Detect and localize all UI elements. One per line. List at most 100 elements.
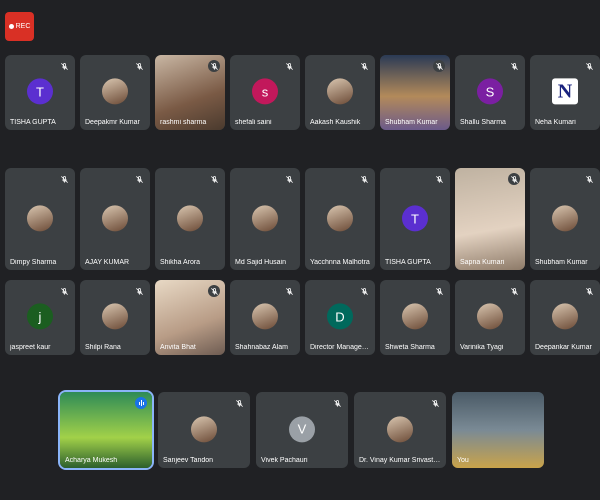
participant-avatar — [327, 205, 353, 232]
participant-tile[interactable]: Shubham Kumar — [530, 168, 600, 270]
speaking-indicator-icon — [135, 397, 147, 409]
participant-name: Shallu Sharma — [460, 119, 506, 126]
participant-tile[interactable]: Deepakmr Kumar — [80, 55, 150, 130]
participant-tile[interactable]: Yacchnna Malhotra — [305, 168, 375, 270]
mic-off-icon — [283, 173, 295, 185]
participant-tile[interactable]: j jaspreet kaur — [5, 280, 75, 355]
participant-name: Director Management... — [310, 344, 371, 351]
participant-tile[interactable]: Md Sajid Husain — [230, 168, 300, 270]
mic-off-icon — [583, 60, 595, 72]
mic-off-icon — [583, 173, 595, 185]
mic-off-icon — [208, 285, 220, 297]
participant-name: Dr. Vinay Kumar Srivastava — [359, 457, 442, 464]
participant-avatar — [102, 205, 128, 232]
participant-tile[interactable]: V Vivek Pachauri — [256, 392, 348, 468]
participant-avatar — [252, 303, 278, 330]
participant-name: TISHA GUPTA — [385, 259, 431, 266]
participant-name: Neha Kumari — [535, 119, 576, 126]
participant-avatar — [552, 205, 578, 232]
participant-avatar — [477, 303, 503, 330]
participant-name: Shubham Kumar — [535, 259, 588, 266]
participant-name: AJAY KUMAR — [85, 259, 130, 266]
participant-tile[interactable]: Deepankar Kumar — [530, 280, 600, 355]
participant-name: Yacchnna Malhotra — [310, 259, 370, 266]
mic-off-icon — [133, 60, 145, 72]
participant-name: You — [457, 457, 469, 464]
participant-tile[interactable]: Varinika Tyagi — [455, 280, 525, 355]
mic-off-icon — [358, 60, 370, 72]
participant-tile[interactable]: Dr. Vinay Kumar Srivastava — [354, 392, 446, 468]
mic-off-icon — [358, 285, 370, 297]
mic-off-icon — [208, 173, 220, 185]
participant-name: Md Sajid Husain — [235, 259, 286, 266]
mic-off-icon — [58, 285, 70, 297]
participant-tile[interactable]: N Neha Kumari — [530, 55, 600, 130]
mic-off-icon — [508, 173, 520, 185]
participant-name: Varinika Tyagi — [460, 344, 504, 351]
mic-off-icon — [283, 60, 295, 72]
mic-off-icon — [58, 60, 70, 72]
participant-avatar — [191, 415, 217, 442]
participant-tile[interactable]: Shilpi Rana — [80, 280, 150, 355]
participant-name: Deepakmr Kumar — [85, 119, 140, 126]
participant-tile[interactable]: Sapna Kumari — [455, 168, 525, 270]
participant-name: shefali saini — [235, 119, 272, 126]
participant-avatar: D — [327, 303, 353, 330]
mic-off-icon — [433, 285, 445, 297]
participant-tile[interactable]: Dimpy Sharma — [5, 168, 75, 270]
participant-name: Shahnabaz Alam — [235, 344, 288, 351]
record-dot-icon — [8, 24, 14, 29]
participant-name: Dimpy Sharma — [10, 259, 57, 266]
participant-name: Shweta Sharma — [385, 344, 435, 351]
mic-off-icon — [583, 285, 595, 297]
participant-tile[interactable]: T TISHA GUPTA — [5, 55, 75, 130]
participant-tile[interactable]: Sanjeev Tandon — [158, 392, 250, 468]
participant-avatar: S — [477, 78, 503, 105]
participant-avatar — [402, 303, 428, 330]
participant-name: Vivek Pachauri — [261, 457, 308, 464]
recording-label: REC — [15, 23, 31, 30]
mic-off-icon — [133, 285, 145, 297]
participant-name: TISHA GUPTA — [10, 119, 56, 126]
participant-name: Anvita Bhat — [160, 344, 196, 351]
participant-avatar: T — [402, 205, 428, 232]
participant-tile[interactable]: Aakash Kaushik — [305, 55, 375, 130]
participant-name: Sanjeev Tandon — [163, 457, 214, 464]
participant-tile[interactable]: AJAY KUMAR — [80, 168, 150, 270]
mic-off-icon — [433, 60, 445, 72]
participant-avatar: j — [27, 303, 53, 330]
participant-avatar — [252, 205, 278, 232]
mic-off-icon — [508, 60, 520, 72]
participant-name: Shubham Kumar — [385, 119, 438, 126]
participant-name: Aakash Kaushik — [310, 119, 361, 126]
mic-off-icon — [358, 173, 370, 185]
participant-name: Deepankar Kumar — [535, 344, 592, 351]
mic-off-icon — [208, 60, 220, 72]
participant-tile[interactable]: T TISHA GUPTA — [380, 168, 450, 270]
participant-name: jaspreet kaur — [10, 344, 51, 351]
participant-tile[interactable]: D Director Management... — [305, 280, 375, 355]
participant-avatar: V — [289, 415, 315, 442]
participant-name: Acharya Mukesh — [65, 457, 118, 464]
participant-tile[interactable]: Shubham Kumar — [380, 55, 450, 130]
participant-tile[interactable]: Anvita Bhat — [155, 280, 225, 355]
participant-avatar: s — [252, 78, 278, 105]
participant-tile[interactable]: Shweta Sharma — [380, 280, 450, 355]
mic-off-icon — [429, 397, 441, 409]
participant-avatar: T — [27, 78, 53, 105]
participant-tile[interactable]: You — [452, 392, 544, 468]
participant-avatar — [327, 78, 353, 105]
participant-avatar — [102, 303, 128, 330]
mic-off-icon — [233, 397, 245, 409]
participant-tile[interactable]: rashmi sharma — [155, 55, 225, 130]
participant-name: rashmi sharma — [160, 119, 207, 126]
mic-off-icon — [58, 173, 70, 185]
participant-tile[interactable]: Shahnabaz Alam — [230, 280, 300, 355]
participant-tile[interactable]: s shefali saini — [230, 55, 300, 130]
participant-avatar — [102, 78, 128, 105]
participant-tile[interactable]: Shikha Arora — [155, 168, 225, 270]
participant-tile[interactable]: S Shallu Sharma — [455, 55, 525, 130]
mic-off-icon — [133, 173, 145, 185]
participant-avatar — [177, 205, 203, 232]
participant-tile[interactable]: Acharya Mukesh — [58, 390, 154, 470]
